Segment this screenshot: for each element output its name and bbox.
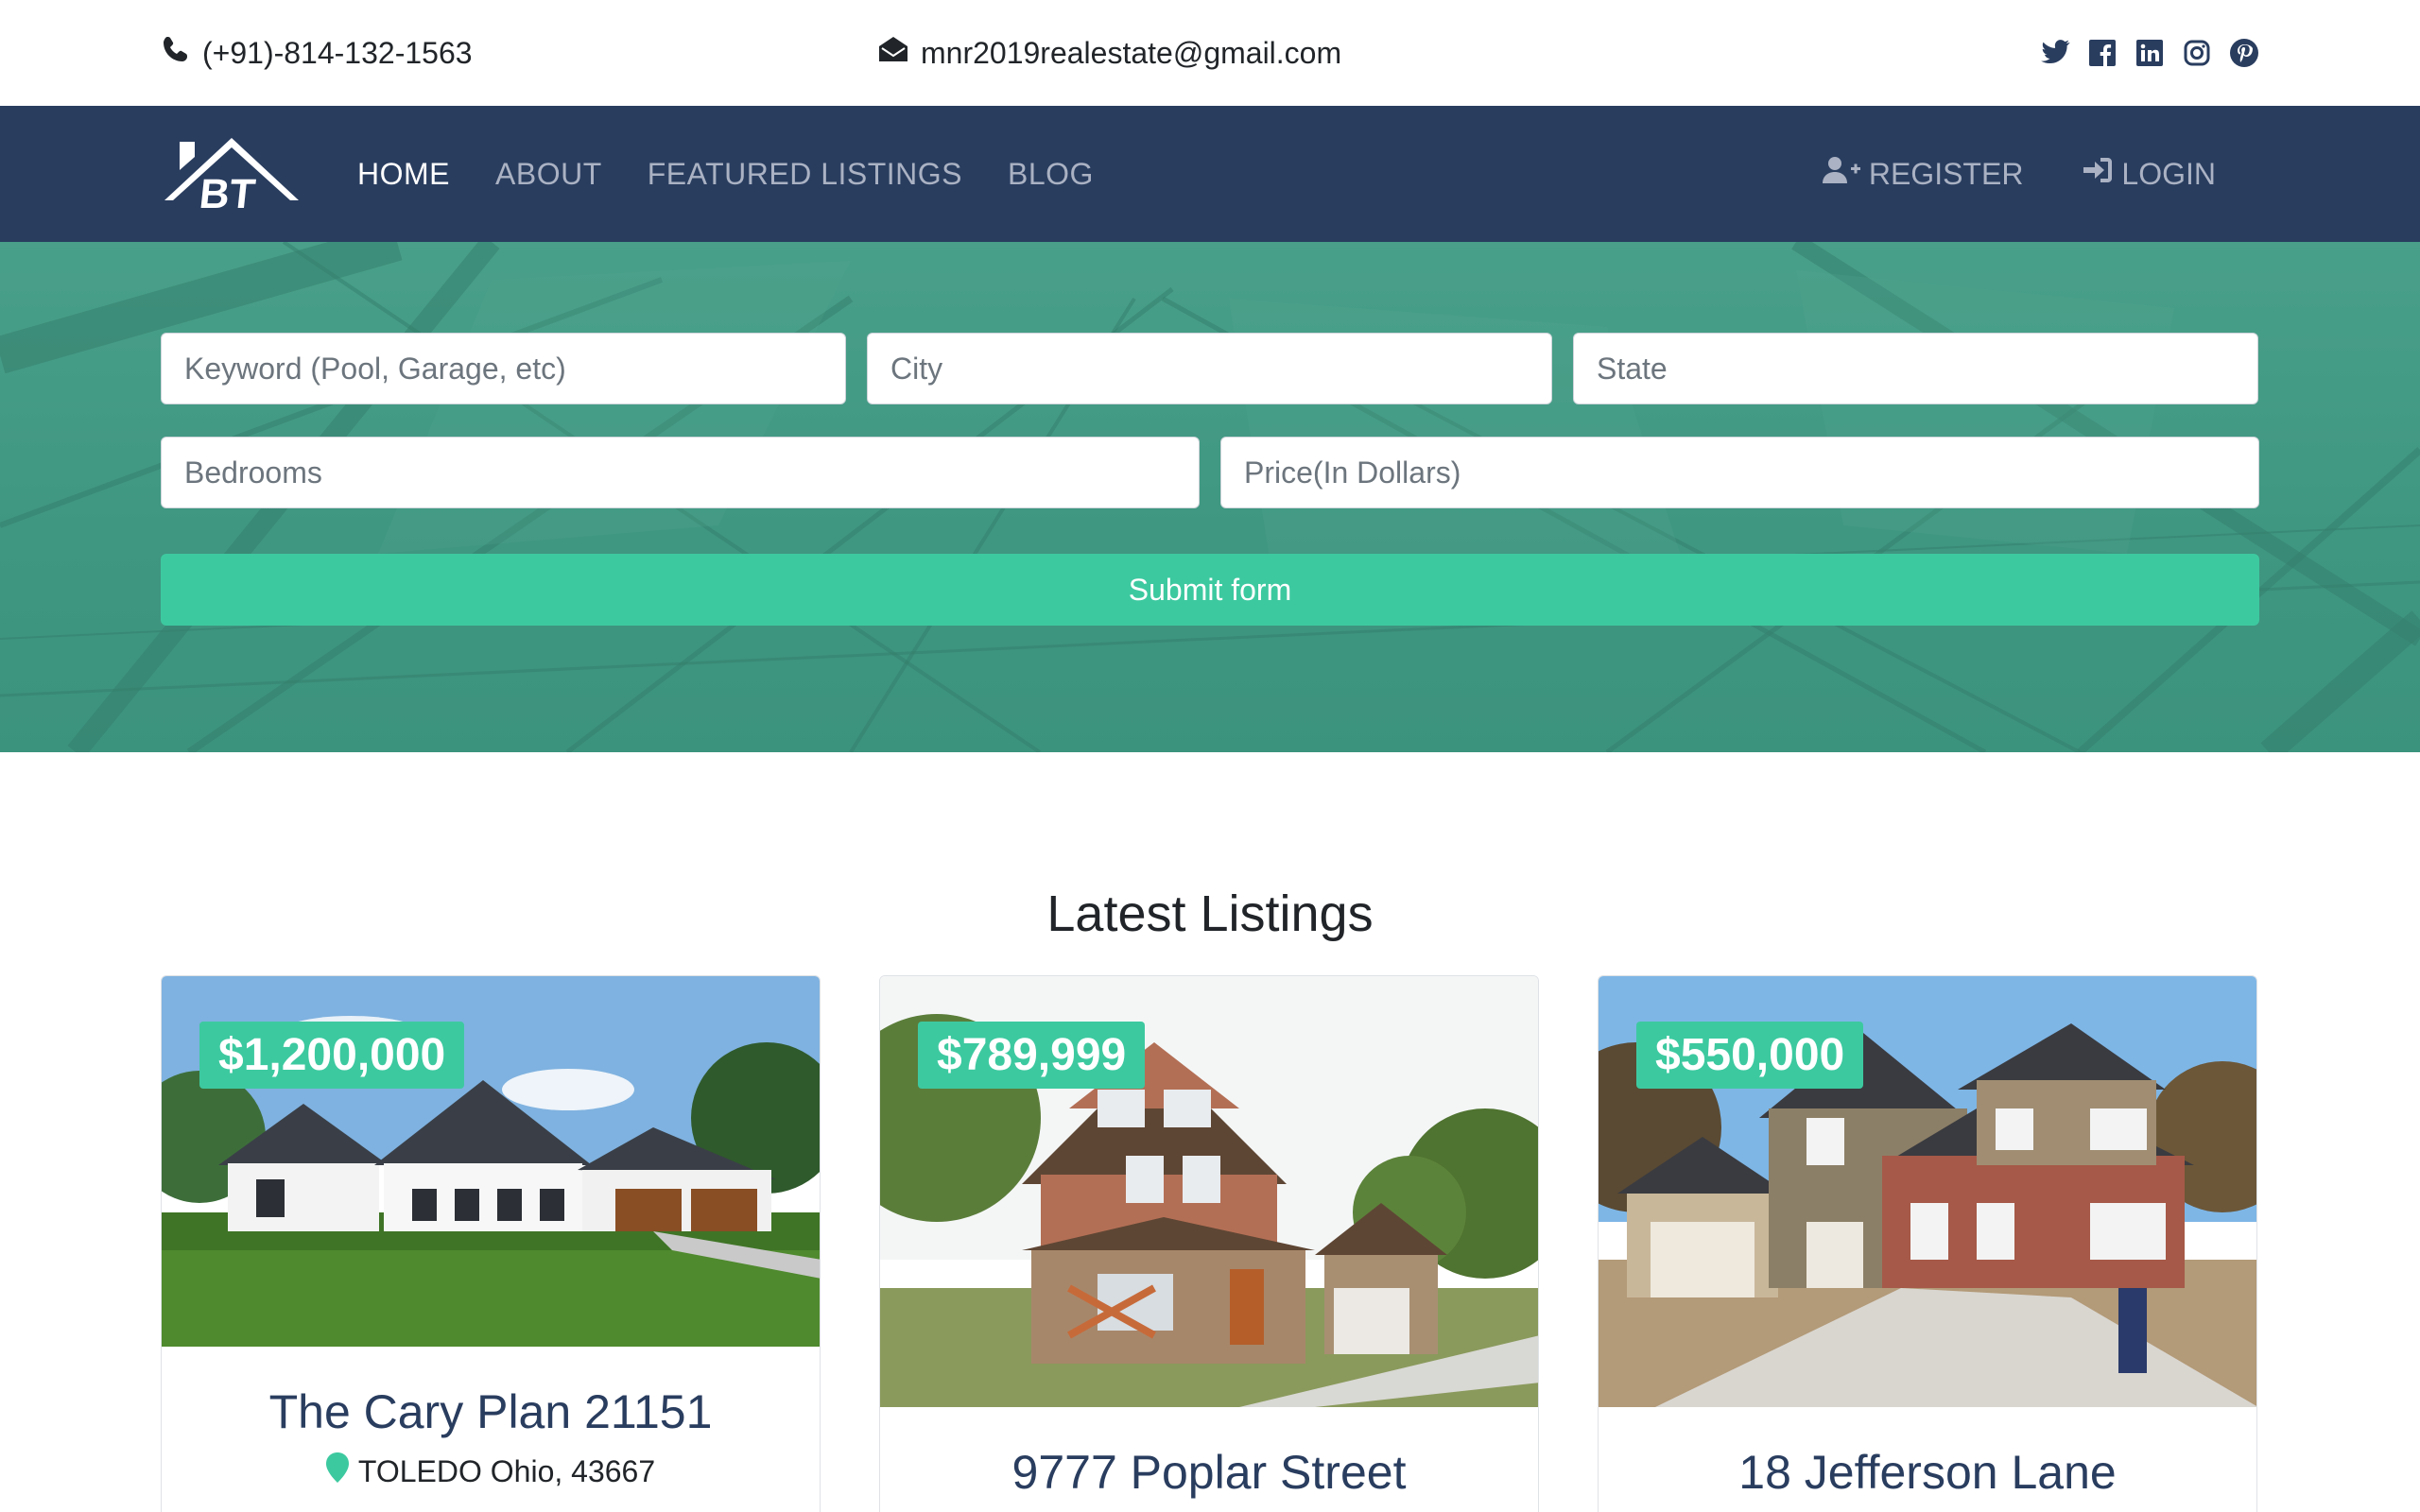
nav-about[interactable]: ABOUT — [495, 157, 602, 192]
listing-photo[interactable]: $1,200,000 — [162, 976, 820, 1347]
top-contact-bar: (+91)-814-132-1563 mnr2019realestate@gma… — [0, 0, 2420, 106]
user-plus-icon — [1822, 155, 1861, 193]
phone-icon — [161, 34, 191, 72]
email-contact: mnr2019realestate@gmail.com — [877, 0, 1341, 106]
phone-number: (+91)-814-132-1563 — [202, 35, 473, 70]
email-address: mnr2019realestate@gmail.com — [921, 35, 1342, 70]
listing-card[interactable]: $550,000 18 Jefferson Lane — [1598, 975, 2257, 1512]
instagram-icon[interactable] — [2182, 38, 2212, 68]
twitter-icon[interactable] — [2040, 38, 2070, 68]
login-link[interactable]: LOGIN — [2082, 156, 2216, 192]
nav-blog[interactable]: BLOG — [1008, 157, 1094, 192]
bedrooms-input[interactable] — [161, 437, 1200, 508]
hero-search-section: Submit form — [0, 242, 2420, 752]
bt-logo[interactable]: BT — [161, 132, 302, 215]
listing-card[interactable]: $789,999 9777 Poplar Street — [879, 975, 1539, 1512]
search-row-1 — [161, 333, 2259, 404]
listing-price-badge: $1,200,000 — [199, 1022, 465, 1089]
envelope-open-icon — [877, 34, 909, 72]
submit-form-button[interactable]: Submit form — [161, 554, 2259, 626]
price-input[interactable] — [1220, 437, 2259, 508]
svg-text:BT: BT — [198, 171, 258, 215]
nav-links: HOME ABOUT FEATURED LISTINGS BLOG — [357, 157, 1094, 192]
phone-contact: (+91)-814-132-1563 — [161, 34, 473, 72]
listing-price-badge: $550,000 — [1636, 1022, 1864, 1089]
register-link[interactable]: REGISTER — [1822, 155, 2024, 193]
main-navbar: BT HOME ABOUT FEATURED LISTINGS BLOG REG… — [0, 106, 2420, 242]
listing-photo[interactable]: $789,999 — [880, 976, 1538, 1407]
facebook-icon[interactable] — [2087, 38, 2118, 68]
state-input[interactable] — [1573, 333, 2258, 404]
register-label: REGISTER — [1868, 156, 2024, 191]
nav-home[interactable]: HOME — [357, 157, 450, 192]
section-heading: Latest Listings — [1046, 885, 1374, 942]
latest-listings-section: Latest Listings $1,200,000 The Cary Plan… — [0, 752, 2420, 1512]
listing-price-badge: $789,999 — [918, 1022, 1146, 1089]
auth-links: REGISTER LOGIN — [1822, 106, 2216, 242]
listing-cards: $1,200,000 The Cary Plan 21151 TOLEDO Oh… — [0, 975, 2420, 1512]
listing-title[interactable]: 18 Jefferson Lane — [1599, 1445, 2256, 1500]
sign-in-icon — [2082, 156, 2114, 192]
keyword-input[interactable] — [161, 333, 846, 404]
listing-location-text: TOLEDO Ohio, 43667 — [357, 1453, 656, 1488]
map-marker-icon — [325, 1452, 349, 1490]
social-links — [2040, 0, 2259, 106]
listing-title[interactable]: 9777 Poplar Street — [880, 1445, 1538, 1500]
nav-featured-listings[interactable]: FEATURED LISTINGS — [648, 157, 962, 192]
listing-card[interactable]: $1,200,000 The Cary Plan 21151 TOLEDO Oh… — [161, 975, 821, 1512]
city-input[interactable] — [867, 333, 1552, 404]
linkedin-icon[interactable] — [2135, 38, 2165, 68]
search-form: Submit form — [161, 333, 2259, 626]
pinterest-icon[interactable] — [2229, 38, 2259, 68]
listing-title[interactable]: The Cary Plan 21151 — [162, 1384, 820, 1439]
listing-location: TOLEDO Ohio, 43667 — [162, 1452, 820, 1490]
listing-photo[interactable]: $550,000 — [1599, 976, 2256, 1407]
search-row-2 — [161, 437, 2259, 508]
login-label: LOGIN — [2121, 156, 2216, 191]
